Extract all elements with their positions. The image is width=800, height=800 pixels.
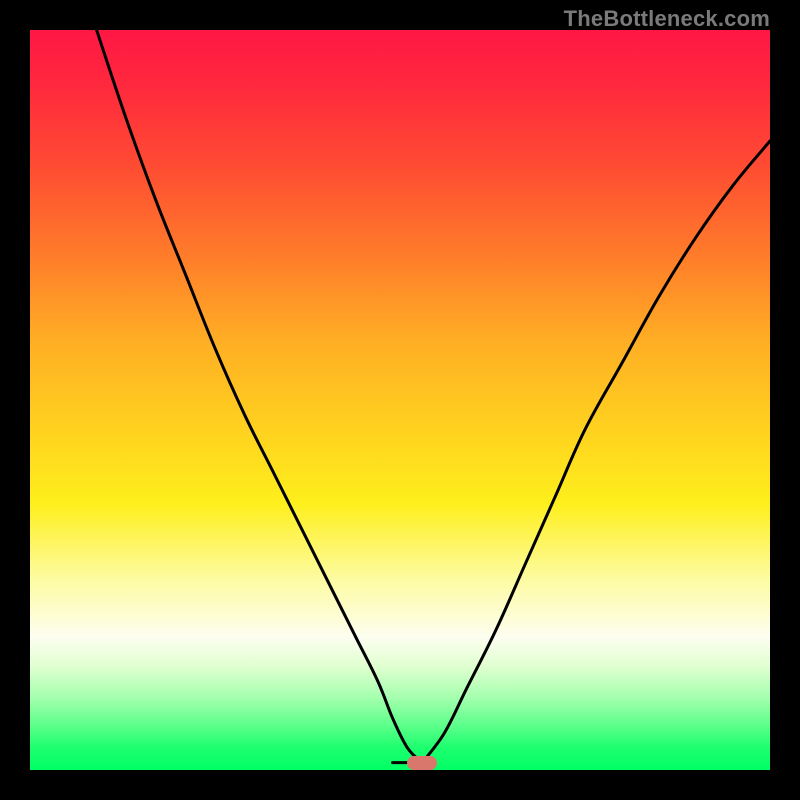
bottleneck-curve — [30, 30, 770, 770]
curve-right-branch — [422, 141, 770, 763]
chart-frame: TheBottleneck.com — [0, 0, 800, 800]
optimum-marker — [407, 756, 437, 770]
plot-area — [30, 30, 770, 770]
watermark-text: TheBottleneck.com — [564, 6, 770, 32]
curve-left-branch — [97, 30, 423, 763]
